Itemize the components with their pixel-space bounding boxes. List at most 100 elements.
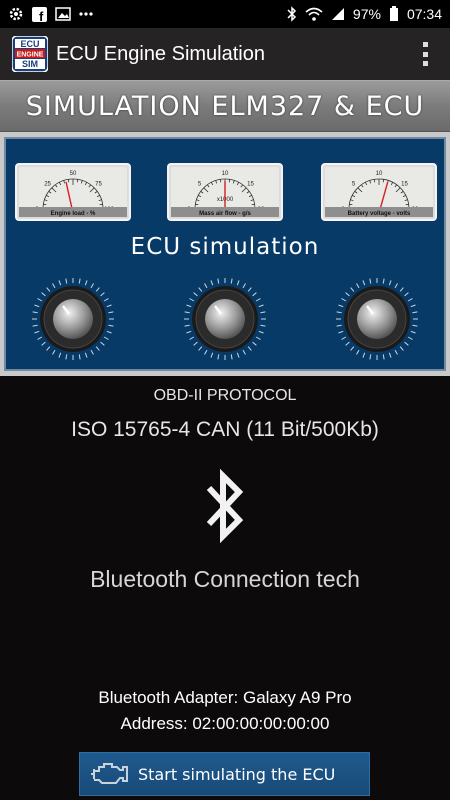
mass-air-flow-gauge: 05101520x1000Mass air flow - g/s [167,163,283,221]
knob-scale-tick [362,280,366,286]
knob-scale-tick [356,349,360,355]
knob-scale-tick [230,354,233,360]
knob-scale-tick [41,341,46,346]
engine-icon [91,763,128,784]
engine-load-knob[interactable] [30,276,116,362]
knob-scale-tick [84,352,88,358]
app-title: ECU Engine Simulation [56,42,265,65]
knob-scale-tick [247,287,252,292]
knob-scale-tick [258,304,264,308]
knob-scale-tick [404,341,409,346]
gauge-tick-label: 75 [95,182,102,188]
knob-scale-tick [84,280,88,286]
banner-title: SIMULATION ELM327 & ECU [25,90,425,122]
knob-scale-tick [106,304,112,308]
knob-scale-tick [189,298,195,302]
knob-scale-tick [412,324,418,327]
bluetooth-adapter-name: Bluetooth Adapter: Galaxy A9 Pro [98,688,352,707]
gauge-tick-label: 50 [70,171,77,177]
knob-scale-tick [65,354,68,360]
knob-scale-tick [252,292,257,297]
battery-voltage-gauge: 05101520Battery voltage - volts [321,163,437,221]
protocol-label: OBD-II PROTOCOL [153,387,297,404]
knob-scale-tick [58,352,62,358]
logo-line-3: SIM [22,59,38,69]
knob-scale-tick [255,336,261,340]
knob-scale-tick [236,280,240,286]
knob-scale-tick [410,304,416,308]
knob-scale-tick [230,278,233,284]
knob-scale-tick [34,304,40,308]
facebook-icon: f [32,6,47,22]
knob-scale-tick [100,341,105,346]
bluetooth-address: Address: 02:00:00:00:00:00 [120,714,330,733]
knob-scale-tick [46,287,51,292]
battery-voltage-knob[interactable] [334,276,420,362]
knob-scale-tick [34,330,40,334]
knob-scale-tick [204,349,208,355]
knob-scale-tick [90,349,94,355]
knob-scale-tick [388,352,392,358]
overflow-dot [422,61,428,66]
knob-scale-tick [204,283,208,289]
app-bar: ECU ENGINE SIM ECU Engine Simulation [0,28,450,80]
knob-scale-tick [338,304,344,308]
knob-scale-tick [341,298,347,302]
wifi-icon [305,7,323,21]
status-bar: f 97% 07:34 [0,0,450,28]
knob-scale-tick [336,324,342,327]
knob-scale-tick [217,278,220,284]
overflow-menu-button[interactable] [422,42,428,66]
knob-scale-tick [210,352,214,358]
app-logo-icon: ECU ENGINE SIM [12,36,48,72]
knob-scale-tick [255,298,261,302]
knob-scale-tick [95,287,100,292]
mass-air-flow-knob[interactable] [182,276,268,362]
knob-scale-tick [210,280,214,286]
knob-scale-tick [412,311,418,314]
knob-scale-tick [362,352,366,358]
knob-scale-tick [52,283,56,289]
knob-scale-tick [407,298,413,302]
knob-scale-tick [184,311,190,314]
knob-scale-tick [336,311,342,314]
knob-scale-tick [184,324,190,327]
simulation-banner: SIMULATION ELM327 & ECU [0,80,450,132]
gauge-tick-label: 15 [401,182,408,188]
knob-scale-tick [350,346,355,351]
overflow-dot [422,42,428,47]
gauge-caption: Engine load - % [51,211,96,217]
knob-scale-tick [345,292,350,297]
knob-scale-tick [193,292,198,297]
knob-scale-tick [90,283,94,289]
bluetooth-tech-label: Bluetooth Connection tech [90,566,360,592]
knob-scale-tick [198,287,203,292]
knob-scale-tick [369,354,372,360]
overflow-dot [422,51,428,57]
knob-scale-tick [32,324,38,327]
knob-scale-tick [46,346,51,351]
knob-scale-tick [399,287,404,292]
bluetooth-large-icon [206,468,244,544]
knob-scale-tick [260,311,266,314]
start-button-label: Start simulating the ECU [138,764,336,784]
knob-scale-tick [399,346,404,351]
knob-scale-tick [32,311,38,314]
knob-scale-tick [382,278,385,284]
knob-scale-tick [58,280,62,286]
start-simulation-button[interactable]: Start simulating the ECU [79,752,370,796]
knob-scale-tick [52,349,56,355]
more-icon [79,12,93,16]
knob-scale-tick [258,330,264,334]
gauge-tick-label: 10 [222,171,229,177]
knob-scale-tick [41,292,46,297]
knob-scale-tick [236,352,240,358]
knob-scale-tick [193,341,198,346]
knob-scale-tick [78,278,81,284]
knob-scale-tick [108,324,114,327]
knob-scale-tick [95,346,100,351]
image-icon [55,7,71,21]
gauge-caption: Battery voltage - volts [348,211,411,217]
knob-scale-tick [260,324,266,327]
knob-scale-tick [103,336,109,340]
